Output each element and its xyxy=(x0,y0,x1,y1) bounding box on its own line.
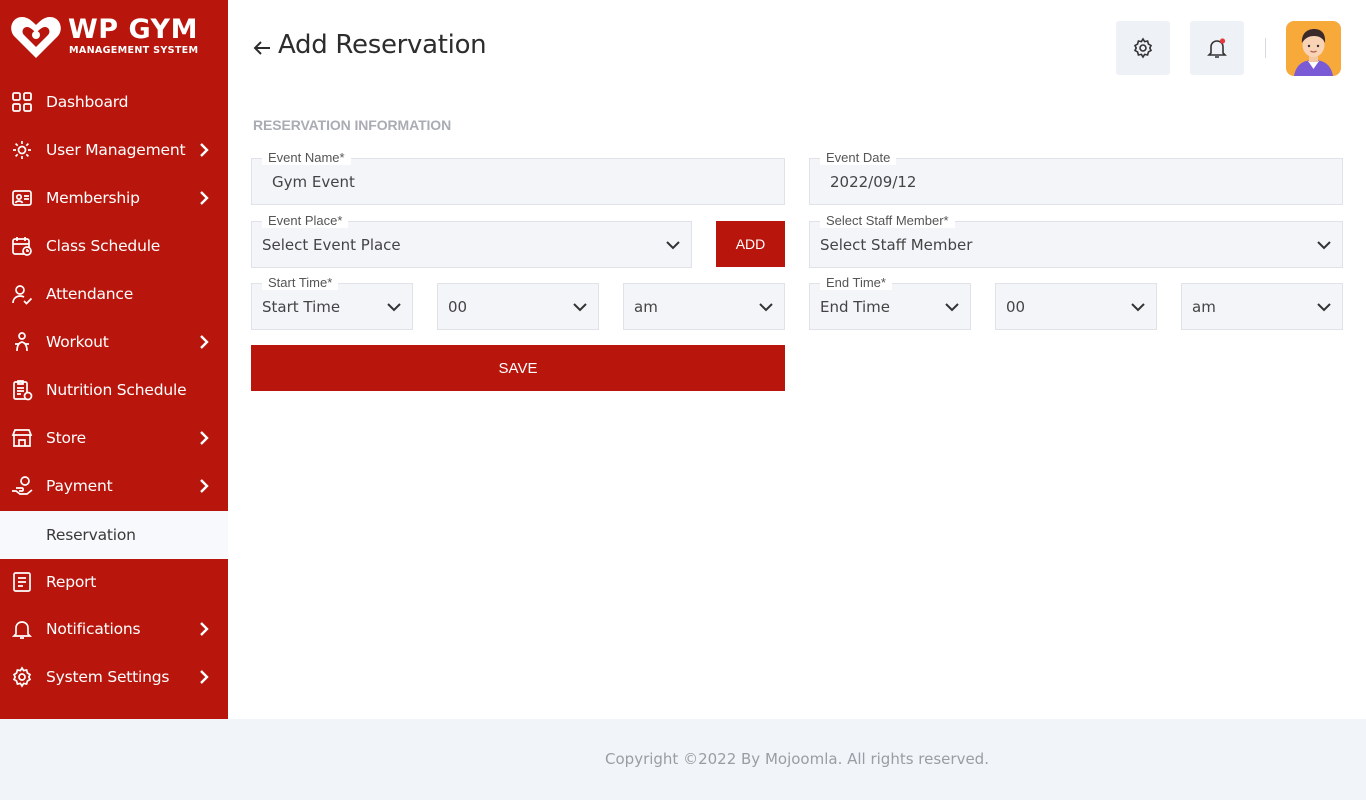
brand-logo[interactable]: WP GYM MANAGEMENT SYSTEM xyxy=(10,12,220,62)
chevron-down-icon xyxy=(573,303,587,312)
start-hour-select[interactable]: Start Time* Start Time xyxy=(251,276,413,330)
chevron-down-icon xyxy=(666,241,680,250)
event-place-label: Event Place* xyxy=(262,214,349,228)
sidebar-item-label: Reservation xyxy=(46,526,136,544)
chevron-down-icon xyxy=(1131,303,1145,312)
sidebar-item-workout[interactable]: Workout xyxy=(0,318,228,366)
chevron-down-icon xyxy=(387,303,401,312)
sidebar-item-system-settings[interactable]: System Settings xyxy=(0,653,228,701)
notifications-button[interactable] xyxy=(1190,21,1244,75)
report-icon xyxy=(11,571,33,593)
staff-member-label: Select Staff Member* xyxy=(820,214,955,228)
sidebar-item-class-schedule[interactable]: Class Schedule xyxy=(0,222,228,270)
sidebar-item-dashboard[interactable]: Dashboard xyxy=(0,78,228,126)
chevron-down-icon xyxy=(945,303,959,312)
sidebar-item-store[interactable]: Store xyxy=(0,414,228,462)
footer-left-panel xyxy=(0,719,228,800)
event-date-label: Event Date xyxy=(820,151,897,165)
bell-icon xyxy=(11,618,33,640)
sidebar-item-nutrition-schedule[interactable]: Nutrition Schedule xyxy=(0,366,228,414)
logo-heart-icon xyxy=(11,17,61,58)
event-place-select[interactable]: Event Place* Select Event Place xyxy=(251,214,692,268)
staff-member-value: Select Staff Member xyxy=(820,236,973,254)
grid-icon xyxy=(11,91,33,113)
sidebar-item-label: Class Schedule xyxy=(46,237,161,255)
event-name-label: Event Name* xyxy=(262,151,351,165)
user-avatar-icon xyxy=(1294,29,1333,76)
sidebar-item-label: Workout xyxy=(46,333,109,351)
users-gear-icon xyxy=(11,139,33,161)
chevron-right-icon xyxy=(200,191,209,205)
brand-title: WP GYM xyxy=(68,14,198,45)
chevron-right-icon xyxy=(200,335,209,349)
start-minute-select[interactable]: 00 xyxy=(437,283,599,330)
header-divider xyxy=(1265,38,1266,58)
start-minute-value: 00 xyxy=(448,298,468,316)
sidebar-item-label: Nutrition Schedule xyxy=(46,381,187,399)
sidebar-item-label: Dashboard xyxy=(46,93,129,111)
sidebar-item-label: Store xyxy=(46,429,86,447)
payment-hand-icon xyxy=(11,475,33,497)
sidebar-item-label: Report xyxy=(46,573,97,591)
chevron-down-icon xyxy=(1317,303,1331,312)
end-minute-value: 00 xyxy=(1006,298,1026,316)
sidebar-item-attendance[interactable]: Attendance xyxy=(0,270,228,318)
sidebar-item-notifications[interactable]: Notifications xyxy=(0,605,228,653)
end-time-label: End Time* xyxy=(820,276,892,290)
event-date-field[interactable]: Event Date 2022/09/12 xyxy=(809,151,1343,205)
sidebar-item-label: Payment xyxy=(46,477,113,495)
store-icon xyxy=(11,427,33,449)
sidebar-item-label: User Management xyxy=(46,141,186,159)
calendar-icon xyxy=(11,235,33,257)
staff-member-select[interactable]: Select Staff Member* Select Staff Member xyxy=(809,214,1343,268)
end-hour-select[interactable]: End Time* End Time xyxy=(809,276,971,330)
gear-icon xyxy=(1133,37,1153,59)
event-name-field[interactable]: Event Name* Gym Event xyxy=(251,151,785,205)
chevron-right-icon xyxy=(200,670,209,684)
settings-button[interactable] xyxy=(1116,21,1170,75)
sidebar-item-membership[interactable]: Membership xyxy=(0,174,228,222)
user-check-icon xyxy=(11,283,33,305)
sidebar: WP GYM MANAGEMENT SYSTEM Dashboard User … xyxy=(0,0,228,719)
sidebar-item-payment[interactable]: Payment xyxy=(0,462,228,510)
footer: Copyright ©2022 By Mojoomla. All rights … xyxy=(228,719,1366,800)
clipboard-icon xyxy=(11,379,33,401)
start-time-label: Start Time* xyxy=(262,276,339,290)
page-title: Add Reservation xyxy=(278,30,487,60)
event-place-value: Select Event Place xyxy=(262,236,401,254)
end-ampm-select[interactable]: am xyxy=(1181,283,1343,330)
start-ampm-value: am xyxy=(634,298,658,316)
start-hour-value: Start Time xyxy=(262,298,341,316)
section-title: RESERVATION INFORMATION xyxy=(253,117,452,133)
event-date-value: 2022/09/12 xyxy=(830,173,917,191)
id-card-icon xyxy=(11,187,33,209)
chevron-down-icon xyxy=(759,303,773,312)
start-ampm-select[interactable]: am xyxy=(623,283,785,330)
bell-icon xyxy=(1207,38,1227,58)
brand-subtitle: MANAGEMENT SYSTEM xyxy=(69,45,199,56)
end-minute-select[interactable]: 00 xyxy=(995,283,1157,330)
chevron-down-icon xyxy=(1317,241,1331,250)
add-event-place-button[interactable]: ADD xyxy=(716,221,785,267)
sidebar-item-reservation[interactable]: Reservation xyxy=(0,511,228,559)
sidebar-item-report[interactable]: Report xyxy=(0,558,228,606)
workout-icon xyxy=(11,331,33,353)
save-button[interactable]: SAVE xyxy=(251,345,785,391)
end-hour-value: End Time xyxy=(820,298,890,316)
sidebar-item-label: System Settings xyxy=(46,668,170,686)
avatar[interactable] xyxy=(1286,21,1341,76)
chevron-right-icon xyxy=(200,622,209,636)
sidebar-item-label: Notifications xyxy=(46,620,141,638)
end-ampm-value: am xyxy=(1192,298,1216,316)
chevron-right-icon xyxy=(200,143,209,157)
event-name-value: Gym Event xyxy=(272,173,355,191)
copyright-text: Copyright ©2022 By Mojoomla. All rights … xyxy=(605,750,989,768)
back-arrow-icon[interactable] xyxy=(252,38,272,58)
chevron-right-icon xyxy=(200,431,209,445)
sidebar-item-label: Membership xyxy=(46,189,140,207)
sidebar-item-user-management[interactable]: User Management xyxy=(0,126,228,174)
gear-icon xyxy=(11,666,33,688)
sidebar-item-label: Attendance xyxy=(46,285,134,303)
chevron-right-icon xyxy=(200,479,209,493)
